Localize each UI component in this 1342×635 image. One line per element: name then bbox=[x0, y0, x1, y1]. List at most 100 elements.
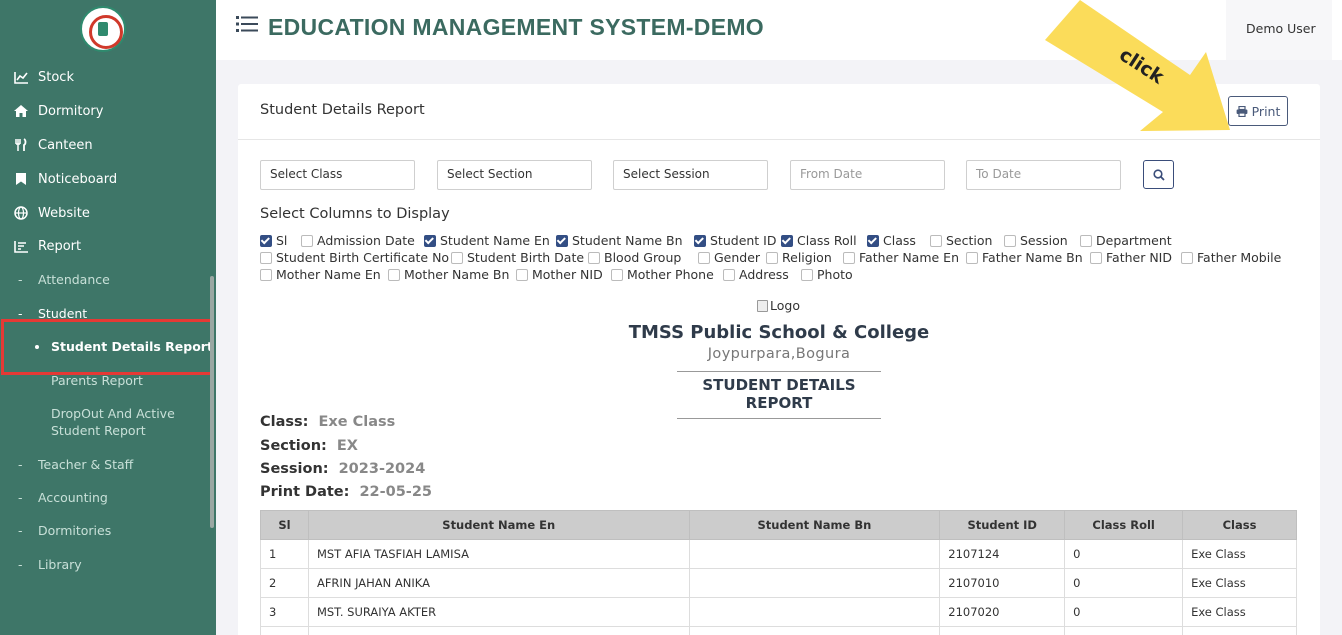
checkbox-unchecked-icon[interactable] bbox=[516, 268, 528, 281]
column-checkbox[interactable]: Sl bbox=[260, 233, 287, 248]
col-header: Student Name En bbox=[307, 510, 690, 540]
checkbox-label: Mother Phone bbox=[627, 267, 714, 282]
checkbox-unchecked-icon[interactable] bbox=[723, 268, 735, 281]
table-cell bbox=[688, 568, 941, 598]
checkbox-checked-icon[interactable] bbox=[781, 234, 793, 247]
sidebar-item-accounting[interactable]: - Accounting bbox=[18, 490, 108, 505]
sidebar-item-label: Dormitory bbox=[38, 103, 104, 119]
sidebar-item-label: Report bbox=[38, 238, 82, 254]
meta-session: Session: 2023-2024 bbox=[260, 461, 426, 477]
checkbox-checked-icon[interactable] bbox=[694, 234, 706, 247]
sidebar-item-stock[interactable]: Stock bbox=[12, 67, 74, 87]
checkbox-label: Address bbox=[739, 267, 789, 282]
checkbox-unchecked-icon[interactable] bbox=[260, 268, 272, 281]
checkbox-label: Session bbox=[1020, 233, 1068, 248]
checkbox-unchecked-icon[interactable] bbox=[801, 268, 813, 281]
column-checkbox[interactable]: Mother Name Bn bbox=[388, 267, 509, 282]
column-checkbox[interactable]: Student Name En bbox=[424, 233, 550, 248]
column-checkbox[interactable]: Department bbox=[1080, 233, 1172, 248]
checkbox-checked-icon[interactable] bbox=[260, 234, 272, 247]
sidebar-item-dropout-report[interactable]: DropOut And Active Student Report bbox=[51, 405, 201, 439]
checkbox-unchecked-icon[interactable] bbox=[766, 251, 778, 264]
checkbox-unchecked-icon[interactable] bbox=[1090, 251, 1102, 264]
column-checkbox[interactable]: Class bbox=[867, 233, 916, 248]
checkbox-unchecked-icon[interactable] bbox=[451, 251, 463, 264]
checkbox-label: Admission Date bbox=[317, 233, 415, 248]
checkbox-unchecked-icon[interactable] bbox=[930, 234, 942, 247]
checkbox-unchecked-icon[interactable] bbox=[260, 251, 272, 264]
column-checkbox[interactable]: Gender bbox=[698, 250, 760, 265]
column-checkbox[interactable]: Student Name Bn bbox=[556, 233, 683, 248]
col-header: Class Roll bbox=[1064, 510, 1184, 540]
checkbox-label: Father Name En bbox=[859, 250, 959, 265]
column-checkbox[interactable]: Mother NID bbox=[516, 267, 603, 282]
school-logo[interactable] bbox=[80, 6, 126, 52]
sidebar-item-label: Noticeboard bbox=[38, 171, 118, 187]
column-checkbox[interactable]: Student Birth Certificate No bbox=[260, 250, 449, 265]
sidebar-item-dormitory[interactable]: Dormitory bbox=[12, 101, 103, 121]
column-checkbox[interactable]: Photo bbox=[801, 267, 853, 282]
column-checkbox[interactable]: Session bbox=[1004, 233, 1068, 248]
column-checkbox[interactable]: Father NID bbox=[1090, 250, 1172, 265]
checkbox-label: Class Roll bbox=[797, 233, 857, 248]
checkbox-unchecked-icon[interactable] bbox=[1004, 234, 1016, 247]
from-date-input[interactable]: From Date bbox=[790, 160, 945, 190]
sidebar-scrollbar[interactable] bbox=[210, 276, 214, 528]
column-checkbox[interactable]: Student ID bbox=[694, 233, 777, 248]
checkbox-checked-icon[interactable] bbox=[424, 234, 436, 247]
sidebar-item-noticeboard[interactable]: Noticeboard bbox=[12, 169, 117, 189]
table-cell bbox=[688, 597, 941, 627]
sidebar-item-canteen[interactable]: Canteen bbox=[12, 135, 93, 155]
column-checkbox[interactable]: Mother Phone bbox=[611, 267, 714, 282]
sidebar-item-dormitories[interactable]: - Dormitories bbox=[18, 523, 111, 538]
class-select[interactable]: Select Class bbox=[260, 160, 415, 190]
table-cell: AFRIN JAHAN ANIKA bbox=[307, 568, 690, 598]
checkbox-unchecked-icon[interactable] bbox=[588, 251, 600, 264]
table-cell: 0 bbox=[1064, 597, 1184, 627]
to-date-input[interactable]: To Date bbox=[966, 160, 1121, 190]
sidebar-item-student-details-report[interactable]: Student Details Report bbox=[51, 339, 213, 354]
sidebar-item-teacher-staff[interactable]: - Teacher & Staff bbox=[18, 457, 133, 472]
checkbox-unchecked-icon[interactable] bbox=[301, 234, 313, 247]
meta-class: Class: Exe Class bbox=[260, 414, 396, 430]
column-checkbox[interactable]: Religion bbox=[766, 250, 832, 265]
checkbox-unchecked-icon[interactable] bbox=[698, 251, 710, 264]
user-menu[interactable]: Demo User bbox=[1226, 0, 1332, 60]
section-select[interactable]: Select Section bbox=[437, 160, 592, 190]
column-checkbox[interactable]: Student Birth Date bbox=[451, 250, 584, 265]
column-checkbox[interactable]: Admission Date bbox=[301, 233, 415, 248]
checkbox-unchecked-icon[interactable] bbox=[1080, 234, 1092, 247]
checkbox-label: Class bbox=[883, 233, 916, 248]
table-cell: 2 bbox=[260, 568, 309, 598]
sidebar-item-library[interactable]: - Library bbox=[18, 557, 82, 572]
sidebar-item-parents-report[interactable]: Parents Report bbox=[51, 372, 201, 389]
column-checkbox[interactable]: Section bbox=[930, 233, 992, 248]
column-checkbox[interactable]: Mother Name En bbox=[260, 267, 381, 282]
checkbox-unchecked-icon[interactable] bbox=[611, 268, 623, 281]
checkbox-checked-icon[interactable] bbox=[867, 234, 879, 247]
search-icon bbox=[1152, 168, 1165, 181]
search-button[interactable] bbox=[1143, 160, 1174, 189]
table-cell: 0 bbox=[1064, 568, 1184, 598]
chart-bar-icon bbox=[12, 240, 30, 253]
sidebar-item-attendance[interactable]: - Attendance bbox=[18, 272, 110, 287]
column-checkbox[interactable]: Blood Group bbox=[588, 250, 681, 265]
checkbox-unchecked-icon[interactable] bbox=[388, 268, 400, 281]
checkbox-checked-icon[interactable] bbox=[556, 234, 568, 247]
table-cell: 3 bbox=[260, 597, 309, 627]
column-checkbox[interactable]: Father Name En bbox=[843, 250, 959, 265]
column-checkbox[interactable]: Father Name Bn bbox=[966, 250, 1083, 265]
checkbox-unchecked-icon[interactable] bbox=[843, 251, 855, 264]
columns-title: Select Columns to Display bbox=[260, 206, 450, 222]
report-title: STUDENT DETAILS REPORT bbox=[677, 371, 881, 419]
table-cell: 0 bbox=[1064, 626, 1184, 635]
column-checkbox[interactable]: Class Roll bbox=[781, 233, 857, 248]
checkbox-unchecked-icon[interactable] bbox=[966, 251, 978, 264]
checkbox-unchecked-icon[interactable] bbox=[1181, 251, 1193, 264]
sidebar-item-report[interactable]: Report bbox=[12, 236, 81, 256]
sidebar-item-website[interactable]: Website bbox=[12, 203, 90, 223]
column-checkbox[interactable]: Address bbox=[723, 267, 789, 282]
column-checkbox[interactable]: Father Mobile bbox=[1181, 250, 1281, 265]
session-select[interactable]: Select Session bbox=[613, 160, 768, 190]
menu-icon[interactable] bbox=[236, 15, 258, 33]
